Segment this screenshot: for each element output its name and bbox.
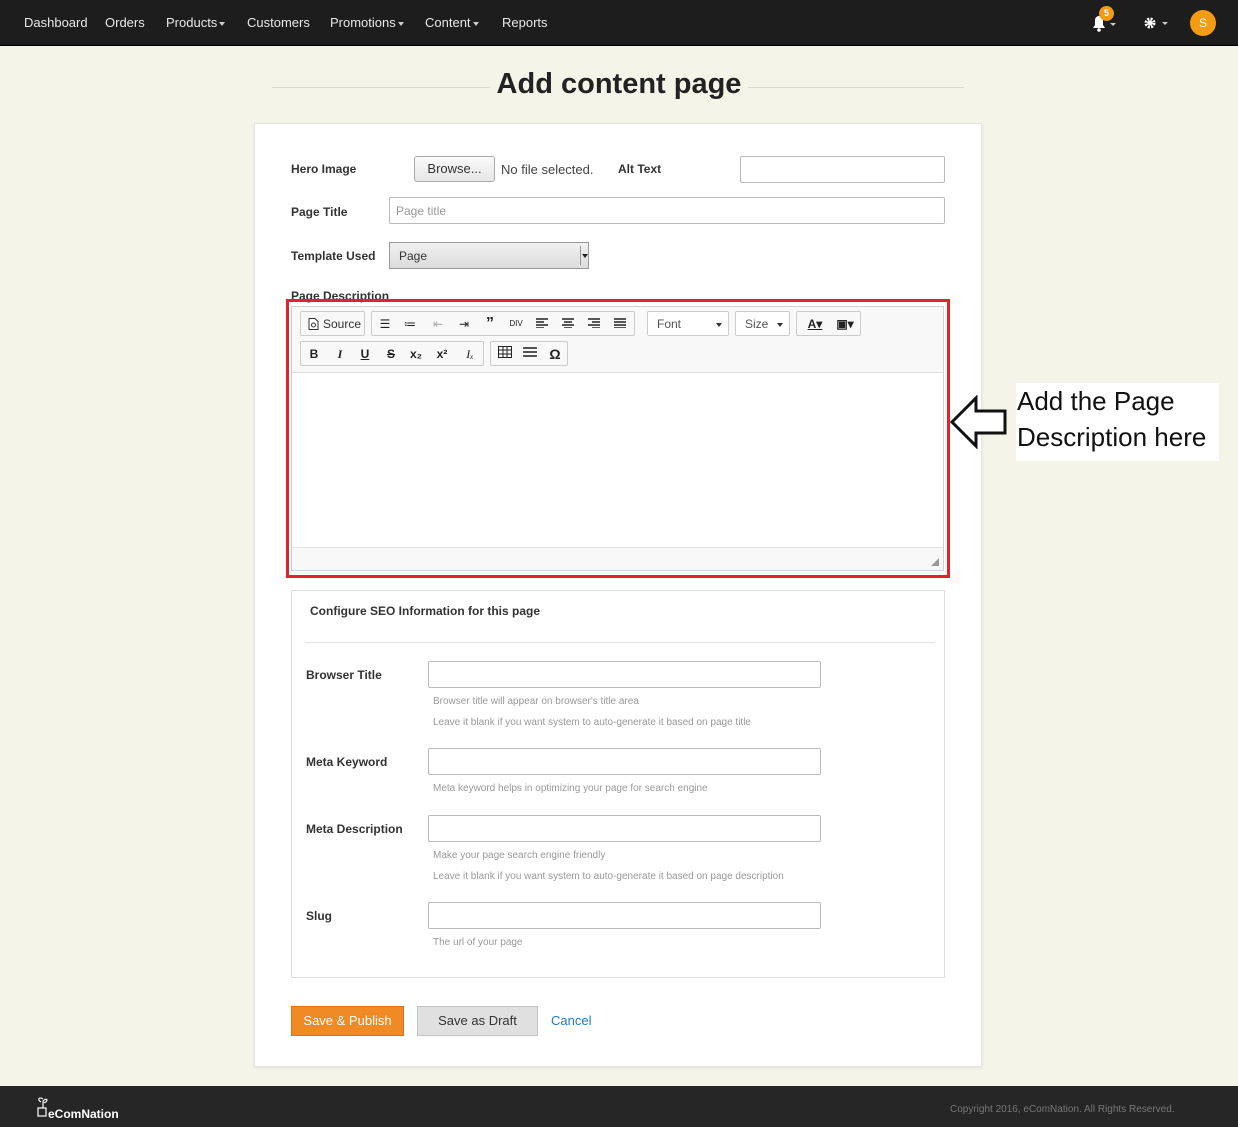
seo-title: Configure SEO Information for this page [310, 604, 541, 618]
slug-input[interactable] [428, 902, 821, 929]
arrow-left-icon [950, 395, 1007, 449]
annotation-line-1: Add the Page [1017, 386, 1175, 416]
nav-content-label: Content [425, 15, 471, 30]
nav-products[interactable]: Products [166, 15, 226, 30]
nav-dashboard[interactable]: Dashboard [24, 15, 88, 30]
meta-keyword-input[interactable] [428, 748, 821, 775]
nav-reports[interactable]: Reports [502, 15, 548, 30]
browser-title-input[interactable] [428, 661, 821, 688]
page-title-input[interactable]: Page title [389, 197, 945, 224]
chevron-down-icon [472, 21, 479, 26]
meta-description-help: Make your page search engine friendly [433, 850, 606, 861]
annotation-line-2: Description here [1017, 422, 1207, 452]
slug-label: Slug [306, 909, 332, 923]
page-title-label: Page Title [291, 205, 348, 219]
browse-button[interactable]: Browse... [414, 156, 495, 182]
nav-promotions[interactable]: Promotions [330, 15, 404, 30]
nav-customers[interactable]: Customers [247, 15, 310, 30]
alt-text-input[interactable] [740, 156, 945, 183]
no-file-text: No file selected. [501, 162, 594, 177]
top-navbar: Dashboard Orders Products Customers Prom… [0, 0, 1238, 46]
page-title: Add content page [496, 68, 742, 100]
browser-title-label: Browser Title [306, 668, 382, 682]
chevron-down-icon [397, 21, 404, 26]
select-arrow-icon [580, 246, 588, 265]
gear-icon [1144, 17, 1168, 29]
browser-title-help-2: Leave it blank if you want system to aut… [433, 717, 751, 728]
footer-copyright: Copyright 2016, eComNation. All Rights R… [950, 1104, 1175, 1115]
browser-title-help: Browser title will appear on browser's t… [433, 696, 639, 707]
chevron-down-icon [219, 21, 226, 26]
alt-text-label: Alt Text [618, 162, 662, 176]
template-label: Template Used [291, 249, 376, 263]
hero-image-label: Hero Image [291, 162, 357, 176]
highlight-box [286, 299, 950, 578]
seo-divider [305, 642, 935, 643]
slug-help: The url of your page [433, 937, 523, 948]
footer-brand: eComNation [48, 1107, 119, 1121]
meta-keyword-label: Meta Keyword [306, 755, 388, 769]
template-select[interactable]: Page [389, 242, 589, 269]
meta-description-help-2: Leave it blank if you want system to aut… [433, 871, 784, 882]
meta-description-input[interactable] [428, 815, 821, 842]
nav-content[interactable]: Content [425, 15, 479, 30]
meta-description-label: Meta Description [306, 822, 403, 836]
settings-button[interactable] [1142, 14, 1170, 37]
meta-keyword-help: Meta keyword helps in optimizing your pa… [433, 783, 708, 794]
save-publish-button[interactable]: Save & Publish [291, 1006, 404, 1036]
cancel-link[interactable]: Cancel [551, 1013, 591, 1028]
nav-promotions-label: Promotions [330, 15, 396, 30]
annotation-callout: Add the Page Description here [1016, 383, 1219, 461]
notification-badge: 5 [1099, 6, 1114, 21]
nav-products-label: Products [166, 15, 218, 30]
save-draft-button[interactable]: Save as Draft [417, 1006, 538, 1036]
user-avatar[interactable]: S [1190, 10, 1216, 36]
nav-orders[interactable]: Orders [105, 15, 145, 30]
